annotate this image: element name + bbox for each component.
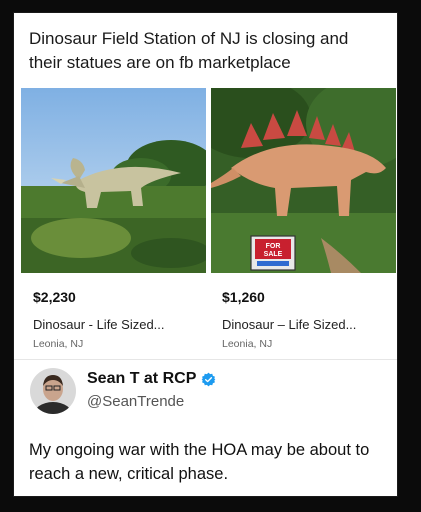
post-card: Dinosaur Field Station of NJ is closing … [13, 12, 398, 497]
listing-price: $1,260 [222, 289, 265, 305]
listing-item[interactable]: $1,260 Dinosaur – Life Sized... Leonia, … [222, 289, 402, 350]
listing-price: $2,230 [33, 289, 76, 305]
divider [14, 359, 397, 360]
author-row: Sean T at RCP [87, 370, 216, 388]
listing-photo-stegosaurus[interactable]: FOR SALE [211, 88, 396, 273]
sign-text-for: FOR [266, 243, 281, 250]
listing-title[interactable]: Dinosaur – Life Sized... [222, 317, 402, 332]
listing-item[interactable]: $2,230 Dinosaur - Life Sized... Leonia, … [33, 289, 213, 350]
avatar[interactable] [30, 368, 76, 414]
post-caption: Dinosaur Field Station of NJ is closing … [29, 29, 349, 72]
listing-location: Leonia, NJ [222, 338, 273, 350]
for-sale-sign: FOR SALE [250, 235, 296, 271]
listing-title[interactable]: Dinosaur - Life Sized... [33, 317, 213, 332]
sign-text-sale: SALE [264, 251, 283, 258]
tweet-text: My ongoing war with the HOA may be about… [29, 441, 370, 483]
verified-badge-icon [201, 372, 216, 386]
listing-photo-triceratops[interactable] [21, 88, 206, 273]
author-name[interactable]: Sean T at RCP [87, 370, 196, 388]
author-handle[interactable]: @SeanTrende [87, 393, 184, 410]
listing-location: Leonia, NJ [33, 338, 84, 350]
